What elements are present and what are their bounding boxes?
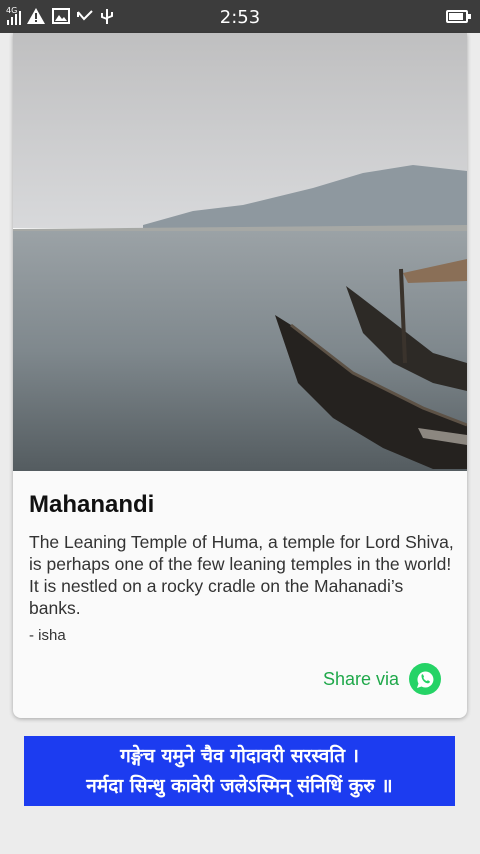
mantra-line-1: गङ्गेच यमुने चैव गोदावरी सरस्वति ।	[120, 745, 359, 767]
mantra-line-2: नर्मदा सिन्धु कावेरी जलेऽस्मिन् संनिधिं …	[86, 775, 393, 797]
clock: 2:53	[219, 7, 261, 28]
place-description: The Leaning Temple of Huma, a temple for…	[29, 532, 454, 618]
mantra-banner: गङ्गेच यमुने चैव गोदावरी सरस्वति । नर्मद…	[24, 736, 455, 806]
status-bar: 4G 2:53	[0, 0, 480, 33]
river-photo	[13, 33, 467, 471]
author-credit: - isha	[29, 627, 66, 644]
whatsapp-icon[interactable]	[409, 663, 441, 695]
battery-icon	[446, 10, 471, 23]
place-title: Mahanandi	[29, 491, 155, 518]
share-button[interactable]: Share via	[323, 663, 441, 695]
share-label: Share via	[322, 668, 399, 689]
place-card: Mahanandi The Leaning Temple of Huma, a …	[13, 33, 467, 718]
